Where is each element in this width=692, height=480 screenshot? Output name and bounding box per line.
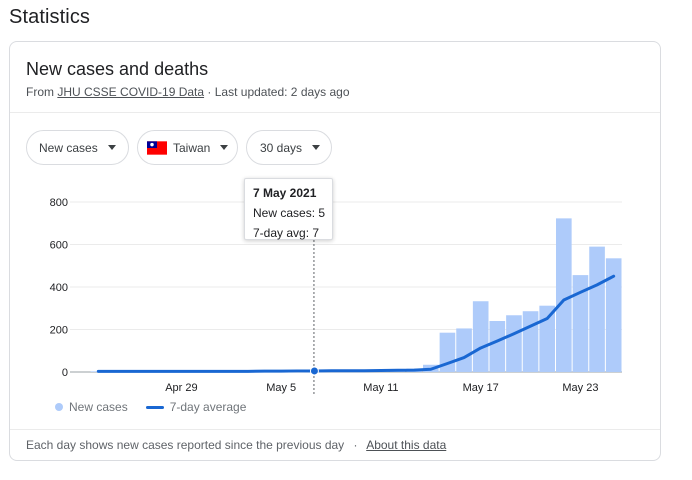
legend-line-label: 7-day average [169,400,247,414]
y-tick-label: 600 [50,240,68,252]
caret-down-icon [107,145,116,150]
source-separator: · [207,85,212,99]
divider-top [10,112,660,113]
bar [522,311,539,372]
bar [506,315,522,372]
source-prefix: From [26,85,54,99]
legend-bars-swatch [55,403,63,411]
x-tick-label: May 5 [266,382,296,394]
last-updated: Last updated: 2 days ago [214,85,350,99]
bar [589,246,605,372]
hover-point [309,366,319,376]
footnote-text: Each day shows new cases reported since … [26,438,345,452]
caret-down-icon [312,145,321,150]
range-dropdown[interactable]: 30 days [246,130,332,165]
card-title: New cases and deaths [26,59,209,79]
source-line: From JHU CSSE COVID-19 Data · Last updat… [26,85,350,99]
divider-bottom [10,429,660,430]
cases-chart[interactable]: 0 200 400 600 800 Apr 29 May 5 May 11 May 17 May … [10,172,660,402]
source-link[interactable]: JHU CSSE COVID-19 Data [57,85,204,99]
x-tick-label: Apr 29 [165,382,197,394]
tooltip-average: 7-day avg: 7 [253,226,320,240]
metric-dropdown[interactable]: New cases [26,130,129,165]
about-data-link[interactable]: About this data [366,438,446,452]
metric-label: New cases [39,140,98,155]
chart-legend: New cases 7-day average [55,400,246,414]
taiwan-flag-icon [147,140,167,155]
y-tick-label: 800 [50,197,68,209]
chart-tooltip: 7 May 2021 New cases: 5 7-day avg: 7 [244,178,333,240]
y-tick-label: 400 [50,282,68,294]
bar [456,328,472,372]
region-label: Taiwan [173,140,211,155]
x-tick-label: May 23 [562,382,598,394]
tooltip-date: 7 May 2021 [253,186,317,200]
stats-card: New cases and deaths From JHU CSSE COVID… [9,41,661,461]
page-heading: Statistics [9,6,91,28]
y-tick-label: 200 [50,325,68,337]
bar [472,301,489,372]
legend-line-swatch [145,405,164,409]
bar [556,218,572,372]
range-label: 30 days [260,140,303,155]
legend-bars-label: New cases [69,400,128,414]
tooltip-new-cases: New cases: 5 [253,206,326,220]
footnote: Each day shows new cases reported since … [26,438,446,452]
region-dropdown[interactable]: Taiwan [137,130,238,165]
bar [489,321,506,372]
bar [539,305,555,372]
x-tick-label: May 17 [463,382,499,394]
x-tick-label: May 11 [363,382,398,394]
caret-down-icon [220,145,229,150]
y-tick-label: 0 [62,367,68,379]
footnote-separator: · [353,438,358,452]
